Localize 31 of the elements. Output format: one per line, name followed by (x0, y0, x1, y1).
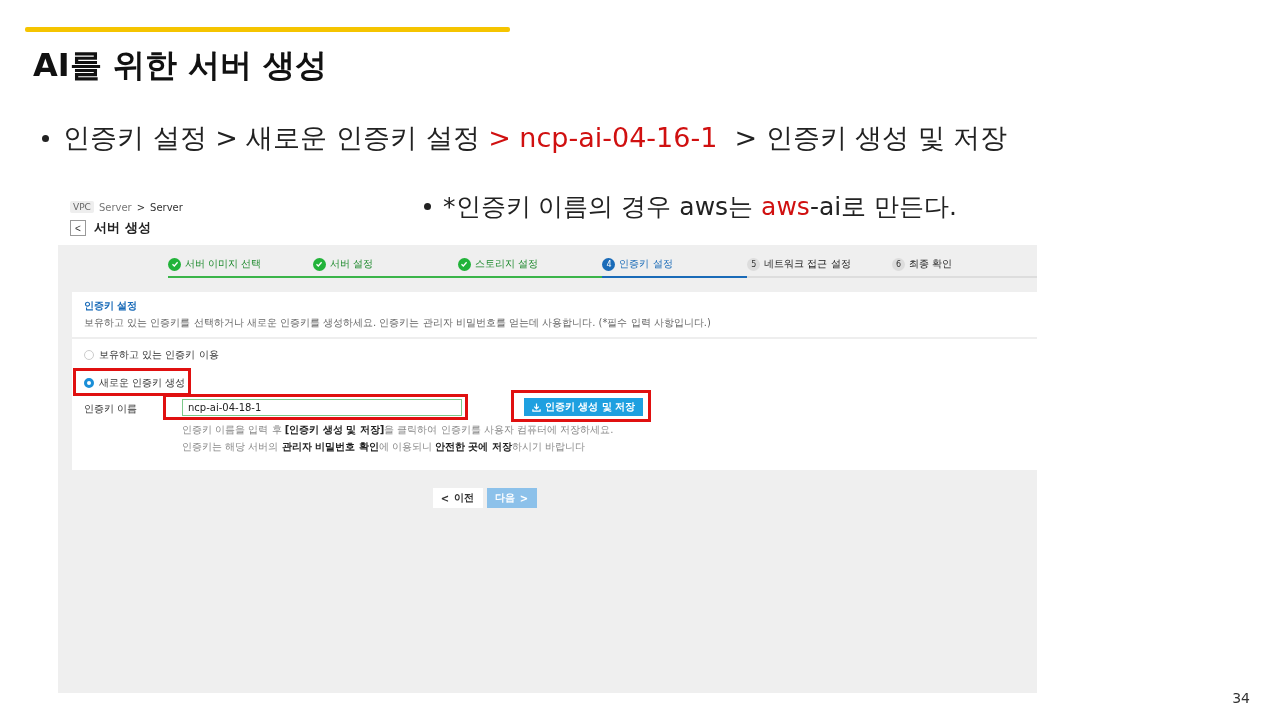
bullet-text: 인증키 설정 > 새로운 인증키 설정 > ncp-ai-04-16-1 > 인증키 생성 및 저장 (63, 121, 1008, 155)
wizard-step[interactable]: 서버 설정 (312, 257, 458, 278)
radio-option[interactable]: 새로운 인증키 생성 (84, 376, 186, 390)
nav-button[interactable]: < 이전 (432, 488, 483, 508)
section-description: 보유하고 있는 인증키를 선택하거나 새로운 인증키를 생성하세요. 인증키는 관리자 비밀번호를 얻는데 사용합니다. (*필수 입력 사항입니다.) (84, 316, 712, 330)
breadcrumb-separator: > (136, 201, 146, 213)
slide-number: 34 (1232, 690, 1250, 706)
page-title: 서버 생성 (94, 219, 151, 237)
slide-title: AI를 위한 서버 생성 (33, 45, 328, 86)
bullet-text: *인증키 이름의 경우 aws는 aws-ai로 만든다. (443, 191, 958, 223)
step-number: 6 (892, 257, 906, 271)
key-name-field[interactable]: ncp-ai-04-18-1 (182, 398, 462, 416)
step-number: 4 (602, 257, 616, 271)
field-label: 인증키 이름 (84, 402, 139, 416)
breadcrumb-link[interactable]: Server (98, 201, 132, 213)
wizard-step[interactable]: 4 인증키 설정 (602, 257, 748, 278)
step-number: 5 (747, 257, 761, 271)
help-text: 인증키는 해당 서버의 관리자 비밀번호 확인에 이용되니 안전한 곳에 저장하시기 바랍니다 (182, 440, 587, 454)
bullet-icon (42, 134, 49, 142)
wizard-step[interactable]: 스토리지 설정 (457, 257, 603, 278)
wizard-step[interactable]: 서버 이미지 선택 (168, 257, 313, 278)
bullet-icon (424, 203, 431, 210)
breadcrumb-current: Server (150, 201, 183, 213)
back-button[interactable]: < (70, 220, 86, 236)
wizard-step[interactable]: 5 네트워크 접근 설정 (747, 257, 893, 278)
wizard-step[interactable]: 6 최종 확인 (892, 257, 1037, 278)
section-title: 인증키 설정 (84, 299, 139, 313)
download-icon (532, 402, 541, 412)
radio-option[interactable]: 보유하고 있는 인증키 이용 (84, 348, 219, 362)
breadcrumb-tag: VPC (70, 201, 94, 213)
help-text: 인증키 이름을 입력 후 [인증키 생성 및 저장]을 클릭하여 인증키를 사용자 컴퓨터에 저장하세요. (182, 423, 615, 437)
